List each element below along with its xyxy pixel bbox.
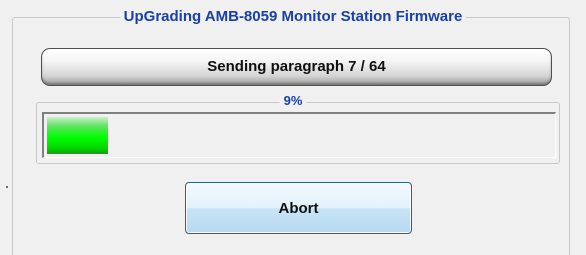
edge-marker [6,186,8,188]
progress-bar [42,112,556,158]
progress-bar-fill [47,117,108,154]
abort-button[interactable]: Abort [185,182,412,234]
dialog-body: UpGrading AMB-8059 Monitor Station Firmw… [0,0,586,255]
progress-percent-label: 9% [279,92,307,110]
status-message: Sending paragraph 7 / 64 [41,48,552,86]
groupbox-title: UpGrading AMB-8059 Monitor Station Firmw… [120,8,466,26]
